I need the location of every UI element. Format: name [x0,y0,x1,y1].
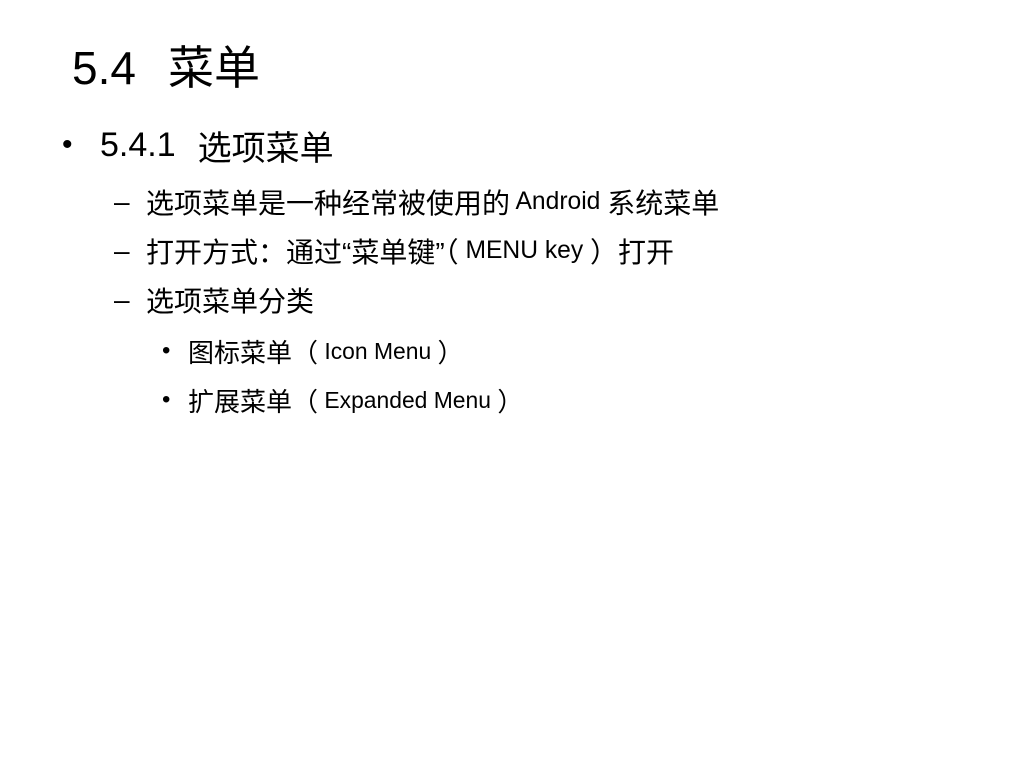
sub-list-item: • 扩展菜单（ Expanded Menu ） [162,381,523,419]
title-text: 菜单 [167,42,260,94]
bullet-icon: • [162,386,171,413]
list-item: – 打开方式：通过“菜单键”（ MENU key ）打开 [114,232,674,270]
item-text: ） [437,337,464,368]
item-term: Icon Menu [318,337,438,364]
section-number: 5.4.1 [100,125,176,164]
item-text: ） [497,386,524,417]
item-term: Expanded Menu [318,386,498,413]
list-item: – 选项菜单是一种经常被使用的 Android 系统菜单 [114,183,719,221]
dash-bullet-icon: – [114,284,130,315]
item-text: 选项菜单是一种经常被使用的 [146,188,511,219]
item-text: 系统菜单 [607,188,720,219]
section-title: 选项菜单 [197,129,334,168]
title-number: 5.4 [72,42,136,94]
dash-bullet-icon: – [114,235,130,266]
slide-title: 5.4 菜单 [72,30,260,106]
item-text: ）打开 [590,237,675,268]
item-text: 选项菜单分类 [146,286,315,317]
item-text: 扩展菜单（ [188,386,319,417]
list-item: – 选项菜单分类 [114,281,314,319]
slide: 5.4 菜单 • 5.4.1 选项菜单 – 选项菜单是一种经常被使用的 Andr… [0,0,1024,768]
bullet-icon: • [62,128,73,161]
dash-bullet-icon: – [114,186,130,217]
item-text: 打开方式：通过“菜单键”（ [146,237,459,268]
item-term: MENU key [458,237,591,264]
section-heading: • 5.4.1 选项菜单 [62,120,334,170]
item-text: 图标菜单（ [188,337,319,368]
item-term: Android [510,188,608,215]
sub-list-item: • 图标菜单（ Icon Menu ） [162,332,464,370]
bullet-icon: • [162,337,171,364]
